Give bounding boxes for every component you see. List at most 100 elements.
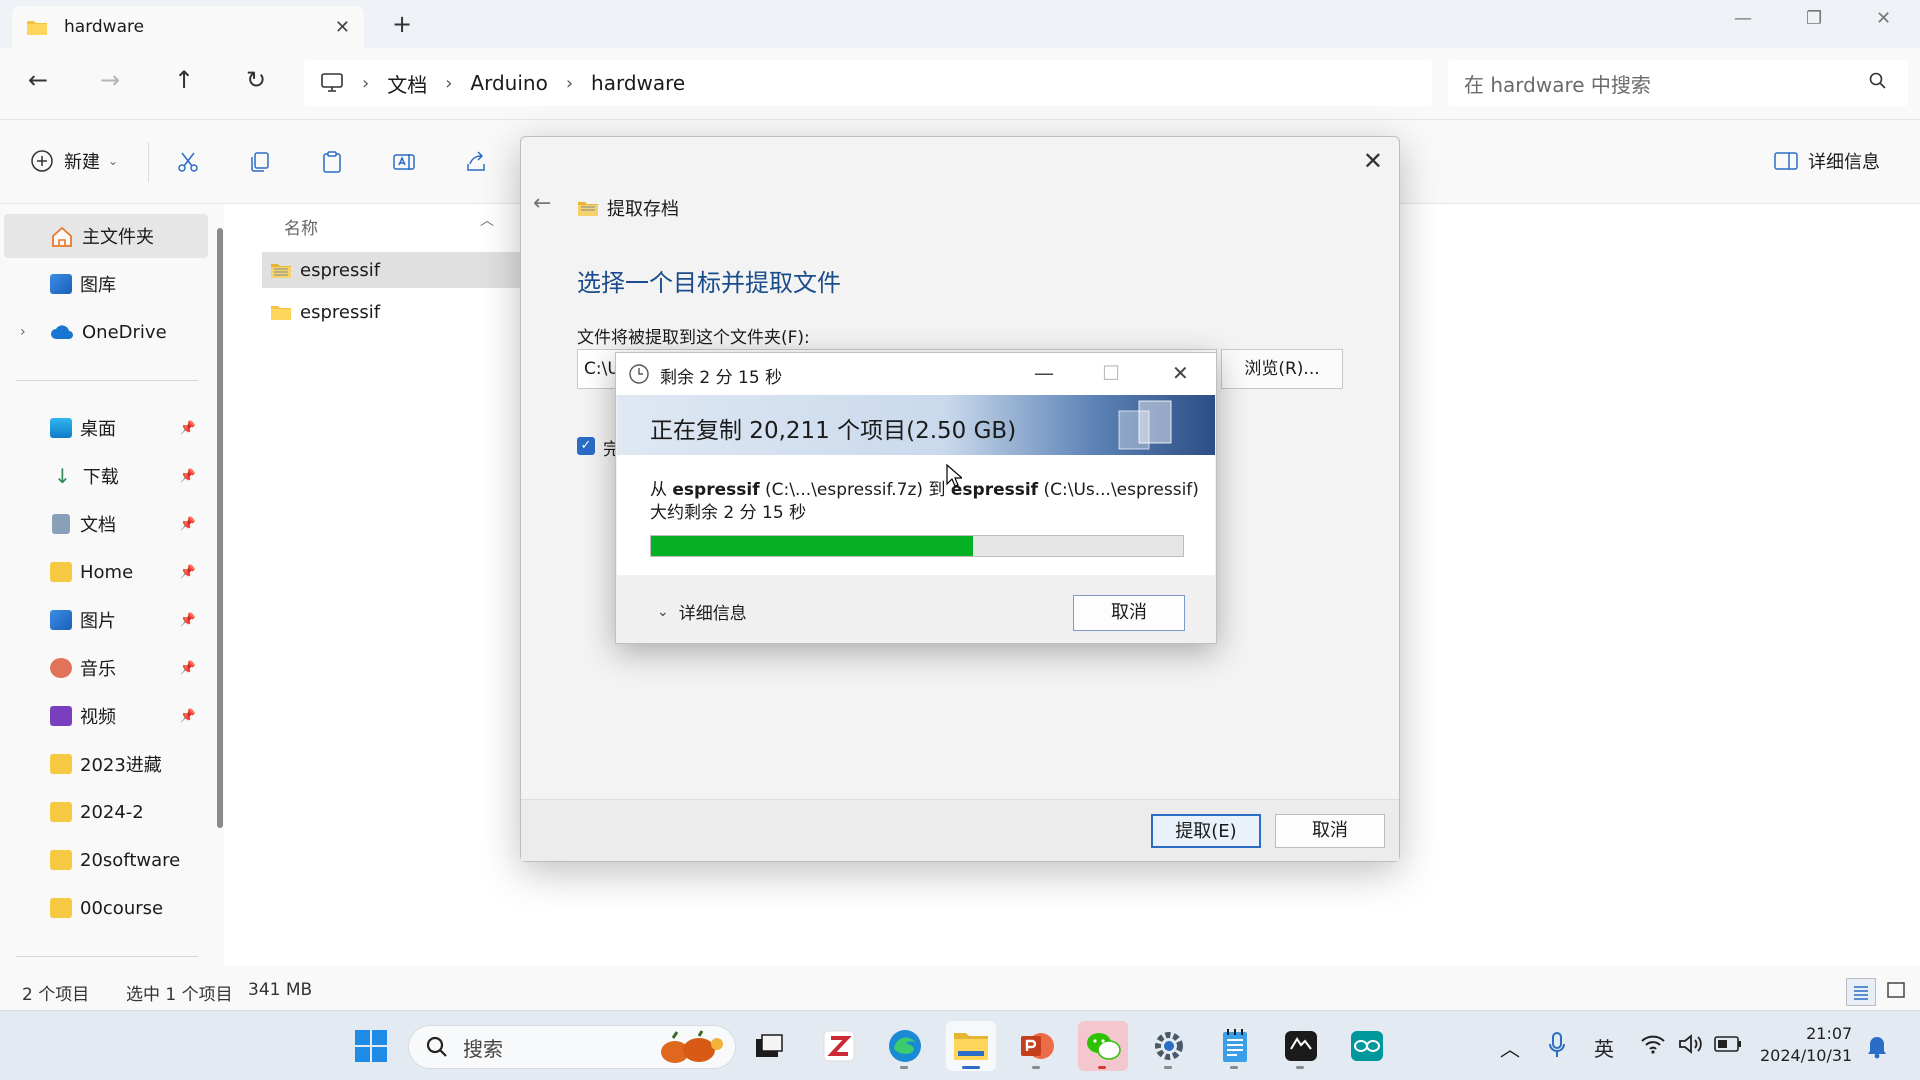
chevron-down-icon: ⌄ xyxy=(657,603,669,620)
file-row[interactable]: espressif xyxy=(262,252,530,288)
dialog-heading: 选择一个目标并提取文件 xyxy=(577,269,841,297)
pin-icon[interactable]: 📌 xyxy=(180,517,196,532)
sidebar-item-music[interactable]: 音乐 📌 xyxy=(4,646,208,690)
restore-button[interactable]: ❐ xyxy=(1806,8,1822,29)
taskbar-search[interactable]: 搜索 xyxy=(408,1025,736,1069)
sidebar-item-folder[interactable]: 00course xyxy=(4,886,208,930)
taskbar-app-snipping[interactable] xyxy=(1276,1021,1326,1071)
sidebar-item-folder[interactable]: 2024-2 xyxy=(4,790,208,834)
close-window-button[interactable]: ✕ xyxy=(1876,8,1891,29)
copy-cancel-button[interactable]: 取消 xyxy=(1073,595,1185,631)
sidebar-item-home-folder[interactable]: Home 📌 xyxy=(4,550,208,594)
copy-icon[interactable] xyxy=(248,150,272,174)
new-button[interactable]: 新建 ⌄ xyxy=(30,148,118,174)
details-pane-button[interactable]: 详细信息 xyxy=(1774,148,1880,174)
breadcrumb-hardware[interactable]: hardware xyxy=(591,71,685,95)
sidebar-item-pictures[interactable]: 图片 📌 xyxy=(4,598,208,642)
mouse-cursor-icon xyxy=(946,464,962,487)
refresh-button[interactable]: ↻ xyxy=(246,66,266,94)
more-details-toggle[interactable]: ⌄ 详细信息 xyxy=(657,599,747,625)
progress-minimize-button[interactable]: — xyxy=(1034,361,1054,385)
sidebar-item-desktop[interactable]: 桌面 📌 xyxy=(4,406,208,450)
sidebar-item-home[interactable]: 主文件夹 xyxy=(4,214,208,258)
sidebar-item-onedrive[interactable]: › OneDrive xyxy=(4,310,208,354)
tab-hardware[interactable]: hardware ✕ xyxy=(12,6,364,48)
rename-icon[interactable] xyxy=(392,150,416,174)
archive-folder-icon xyxy=(271,264,291,278)
taskbar-app-notepad[interactable] xyxy=(1210,1021,1260,1071)
taskbar-app-wechat[interactable] xyxy=(1078,1021,1128,1071)
wifi-icon[interactable] xyxy=(1640,1033,1666,1055)
tray-overflow-chevron-icon[interactable]: ︿ xyxy=(1500,1033,1520,1062)
sidebar-item-folder[interactable]: 2023进藏 xyxy=(4,742,208,786)
forward-button[interactable]: → xyxy=(100,66,120,94)
new-tab-button[interactable]: + xyxy=(392,10,412,38)
music-icon xyxy=(50,658,72,678)
file-explorer-icon xyxy=(954,1033,988,1060)
share-icon[interactable] xyxy=(464,150,488,174)
microphone-icon[interactable] xyxy=(1548,1031,1566,1059)
file-row[interactable]: espressif xyxy=(262,294,530,330)
sidebar-item-label: 2023进藏 xyxy=(80,755,162,776)
column-header-name[interactable]: 名称 xyxy=(284,214,318,239)
start-button[interactable] xyxy=(346,1021,396,1071)
battery-icon[interactable] xyxy=(1714,1035,1742,1053)
system-clock[interactable]: 21:07 2024/10/31 xyxy=(1760,1023,1852,1067)
taskbar-app-file-explorer[interactable] xyxy=(946,1021,996,1071)
running-indicator xyxy=(962,1066,980,1069)
extract-cancel-button[interactable]: 取消 xyxy=(1275,814,1385,848)
up-button[interactable]: ↑ xyxy=(174,66,194,94)
pin-icon[interactable]: 📌 xyxy=(180,661,196,676)
tab-close-icon[interactable]: ✕ xyxy=(335,17,350,38)
folder-icon xyxy=(50,562,72,582)
time-remaining: 大约剩余 2 分 15 秒 xyxy=(650,503,807,523)
pin-icon[interactable]: 📌 xyxy=(180,565,196,580)
browse-button[interactable]: 浏览(R)... xyxy=(1221,349,1343,389)
show-files-checkbox[interactable]: ✓ xyxy=(577,437,595,455)
pin-icon[interactable]: 📌 xyxy=(180,469,196,484)
clock-time: 21:07 xyxy=(1806,1024,1853,1043)
volume-icon[interactable] xyxy=(1678,1033,1704,1055)
ime-indicator[interactable]: 英 xyxy=(1594,1033,1614,1062)
sort-ascending-icon: ︿ xyxy=(480,213,494,229)
copy-progress-dialog: 剩余 2 分 15 秒 — ☐ ✕ 正在复制 20,211 个项目(2.50 G… xyxy=(615,352,1217,644)
destination-path: (C:\Us...\espressif) xyxy=(1043,480,1199,500)
sidebar-item-folder[interactable]: 20software xyxy=(4,838,208,882)
taskbar-app-arduino[interactable] xyxy=(1342,1021,1392,1071)
taskbar-app-settings[interactable] xyxy=(1144,1021,1194,1071)
taskbar-app-edge[interactable] xyxy=(880,1021,930,1071)
pin-icon[interactable]: 📌 xyxy=(180,709,196,724)
destination-name[interactable]: espressif xyxy=(951,480,1038,500)
source-name[interactable]: espressif xyxy=(672,480,759,500)
extract-button[interactable]: 提取(E) xyxy=(1151,814,1261,848)
pin-icon[interactable]: 📌 xyxy=(180,613,196,628)
thumbnail-view-button[interactable] xyxy=(1882,978,1912,1006)
chevron-down-icon: ⌄ xyxy=(108,154,119,168)
breadcrumb[interactable]: › 文档 › Arduino › hardware xyxy=(304,60,1432,106)
dialog-back-button[interactable]: ← xyxy=(533,191,551,216)
back-button[interactable]: ← xyxy=(28,66,48,94)
sidebar-item-videos[interactable]: 视频 📌 xyxy=(4,694,208,738)
sidebar-item-documents[interactable]: 文档 📌 xyxy=(4,502,208,546)
dialog-title-text: 提取存档 xyxy=(607,199,679,220)
search-input[interactable]: 在 hardware 中搜索 xyxy=(1448,60,1908,106)
progress-close-button[interactable]: ✕ xyxy=(1172,361,1189,385)
progress-maximize-button[interactable]: ☐ xyxy=(1102,361,1120,385)
taskbar-app-zotero[interactable] xyxy=(814,1021,864,1071)
minimize-button[interactable]: — xyxy=(1734,8,1752,29)
task-view-button[interactable] xyxy=(744,1021,794,1071)
sidebar-item-downloads[interactable]: ↓ 下载 📌 xyxy=(4,454,208,498)
chevron-right-icon[interactable]: › xyxy=(20,324,26,340)
sidebar-item-gallery[interactable]: 图库 xyxy=(4,262,208,306)
dialog-close-icon[interactable]: ✕ xyxy=(1363,147,1383,175)
notification-bell-icon[interactable] xyxy=(1866,1033,1888,1059)
breadcrumb-documents[interactable]: 文档 xyxy=(387,69,427,98)
breadcrumb-arduino[interactable]: Arduino xyxy=(470,71,547,95)
details-view-button[interactable] xyxy=(1846,978,1876,1006)
sidebar-scrollbar[interactable] xyxy=(217,228,223,828)
taskbar-app-powerpoint[interactable] xyxy=(1012,1021,1062,1071)
progress-bar xyxy=(650,535,1184,557)
cut-icon[interactable] xyxy=(176,150,200,174)
paste-icon[interactable] xyxy=(320,150,344,174)
pin-icon[interactable]: 📌 xyxy=(180,421,196,436)
